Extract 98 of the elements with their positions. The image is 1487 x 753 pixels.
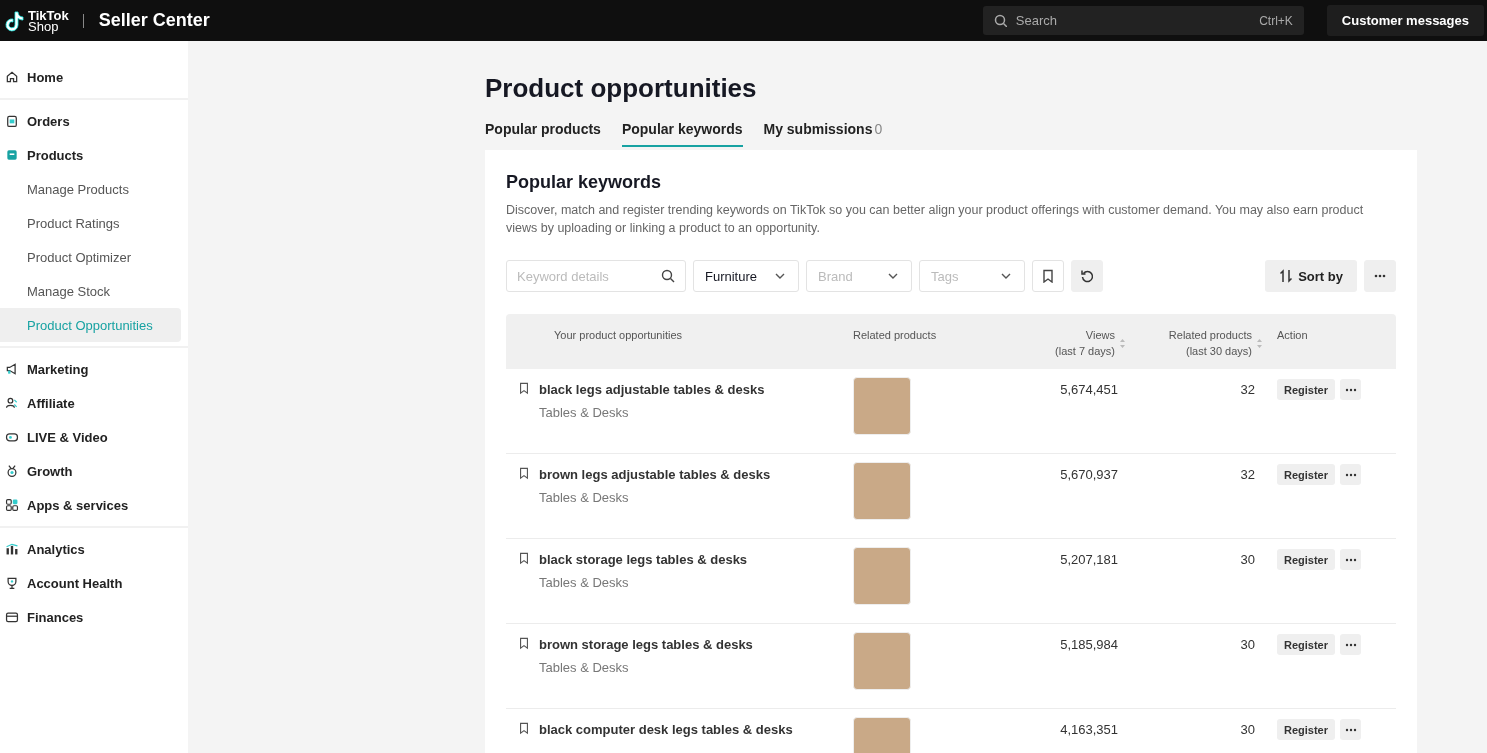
logo-subtext: Shop bbox=[28, 20, 59, 32]
nav-item[interactable]: Affiliate bbox=[0, 386, 181, 420]
related-count: 32 bbox=[1240, 382, 1255, 397]
related-count: 32 bbox=[1240, 467, 1255, 482]
register-button[interactable]: Register bbox=[1277, 634, 1336, 655]
category-text: Tables & Desks bbox=[539, 405, 630, 420]
photo-placeholder bbox=[853, 547, 911, 605]
nav-subitem[interactable]: Product Ratings bbox=[0, 206, 181, 240]
nav-subitem[interactable]: Manage Stock bbox=[0, 274, 181, 308]
nav-item[interactable]: Home bbox=[0, 60, 181, 94]
nav-item[interactable]: LIVE & Video bbox=[0, 420, 181, 454]
category-text: Tables & Desks bbox=[539, 660, 630, 675]
grid-icon bbox=[5, 498, 19, 512]
search-icon bbox=[661, 269, 675, 283]
more-icon bbox=[1344, 727, 1357, 732]
bookmark-icon bbox=[518, 637, 530, 650]
nav-subitem[interactable]: Product Optimizer bbox=[0, 240, 181, 274]
page-title: Product opportunities bbox=[485, 73, 758, 103]
megaphone-icon bbox=[5, 362, 19, 376]
video-icon bbox=[5, 430, 19, 444]
bookmark-button[interactable] bbox=[1032, 260, 1064, 292]
keyword-text[interactable]: brown legs adjustable tables & desks bbox=[539, 467, 771, 482]
people-icon bbox=[5, 396, 19, 410]
column-header: Views (last 7 days) bbox=[1055, 328, 1115, 359]
nav-item[interactable]: Growth bbox=[0, 454, 181, 488]
register-button[interactable]: Register bbox=[1277, 464, 1336, 485]
nav-item[interactable]: Marketing bbox=[0, 352, 181, 386]
more-icon bbox=[1344, 557, 1357, 562]
more-button[interactable] bbox=[1340, 634, 1362, 655]
keyword-search-field[interactable]: Keyword details bbox=[506, 260, 686, 292]
tiktok-logo-icon bbox=[5, 9, 25, 32]
register-button[interactable]: Register bbox=[1277, 379, 1336, 400]
keyword-text[interactable]: black legs adjustable tables & desks bbox=[539, 382, 765, 397]
tab[interactable]: Popular products bbox=[485, 117, 601, 147]
filter-dropdown[interactable]: Furniture bbox=[693, 260, 799, 292]
photo-placeholder bbox=[853, 377, 911, 435]
nav-subitem[interactable]: Manage Products bbox=[0, 172, 181, 206]
related-count: 30 bbox=[1240, 722, 1255, 737]
sort-icon bbox=[1279, 269, 1294, 283]
more-button[interactable] bbox=[1340, 549, 1362, 570]
views-value: 4,163,351 bbox=[1060, 722, 1118, 737]
bar-chart-icon bbox=[5, 542, 19, 556]
nav-item[interactable]: Orders bbox=[0, 104, 181, 138]
bookmark-icon bbox=[518, 382, 530, 395]
more-button[interactable] bbox=[1340, 379, 1362, 400]
app-title: Seller Center bbox=[98, 10, 210, 31]
search-icon bbox=[993, 14, 1007, 27]
nav-item[interactable]: Finances bbox=[0, 600, 181, 634]
related-count: 30 bbox=[1240, 552, 1255, 567]
keyword-text[interactable]: brown storage legs tables & desks bbox=[539, 637, 753, 652]
keyword-text[interactable]: black computer desk legs tables & desks bbox=[539, 722, 793, 737]
timer-icon bbox=[5, 464, 19, 478]
category-text: Tables & Desks bbox=[539, 575, 630, 590]
reset-button[interactable] bbox=[1071, 260, 1103, 292]
keyword-text[interactable]: black storage legs tables & desks bbox=[539, 552, 748, 567]
photo-placeholder bbox=[853, 462, 911, 520]
column-header: Related products (last 30 days) bbox=[1168, 328, 1252, 359]
tab[interactable]: Popular keywords bbox=[621, 117, 743, 147]
bookmark-icon bbox=[1041, 269, 1055, 283]
card-title: Popular keywords bbox=[506, 172, 663, 193]
views-value: 5,185,984 bbox=[1060, 637, 1118, 652]
more-button[interactable] bbox=[1340, 464, 1362, 485]
column-header: Your product opportunities bbox=[554, 328, 682, 343]
nav-item[interactable]: Products bbox=[0, 138, 181, 172]
register-button[interactable]: Register bbox=[1277, 549, 1336, 570]
related-count: 30 bbox=[1240, 637, 1255, 652]
trophy-icon bbox=[5, 576, 19, 590]
refresh-icon bbox=[1080, 269, 1094, 283]
more-icon bbox=[1344, 472, 1357, 477]
clipboard-icon bbox=[5, 114, 19, 128]
nav-item[interactable]: Analytics bbox=[0, 532, 181, 566]
category-text: Tables & Desks bbox=[539, 490, 630, 505]
more-icon bbox=[1344, 642, 1357, 647]
logo-text: TikTok bbox=[28, 9, 69, 21]
card-icon bbox=[5, 610, 19, 624]
more-icon bbox=[1374, 274, 1386, 278]
bookmark-icon bbox=[518, 467, 530, 480]
bookmark-icon bbox=[518, 552, 530, 565]
photo-placeholder bbox=[853, 632, 911, 690]
column-header: Related products bbox=[853, 328, 937, 343]
customer-messages-button[interactable]: Customer messages bbox=[1326, 5, 1484, 36]
nav-item[interactable]: Apps & services bbox=[0, 488, 181, 522]
column-header: Action bbox=[1277, 328, 1308, 343]
card-description: Discover, match and register trending keywords on TikTok so you can better align your product offerings with customer demand. You may also earn product views by uploading or linking a product to an opportunity. bbox=[506, 202, 1365, 237]
nav-item[interactable]: Account Health bbox=[0, 566, 181, 600]
more-button[interactable] bbox=[1340, 719, 1362, 740]
more-icon bbox=[1344, 387, 1357, 392]
views-value: 5,670,937 bbox=[1060, 467, 1118, 482]
bookmark-icon bbox=[518, 722, 530, 735]
tab[interactable]: My submissions 0 bbox=[763, 117, 883, 147]
box-icon bbox=[5, 148, 19, 162]
shortcut-hint: Ctrl+K bbox=[1259, 14, 1293, 28]
register-button[interactable]: Register bbox=[1277, 719, 1336, 740]
views-value: 5,207,181 bbox=[1060, 552, 1118, 567]
sort-button[interactable]: Sort by bbox=[1265, 260, 1357, 292]
home-icon bbox=[5, 70, 19, 84]
views-value: 5,674,451 bbox=[1060, 382, 1118, 397]
tab-count: 0 bbox=[874, 121, 883, 137]
